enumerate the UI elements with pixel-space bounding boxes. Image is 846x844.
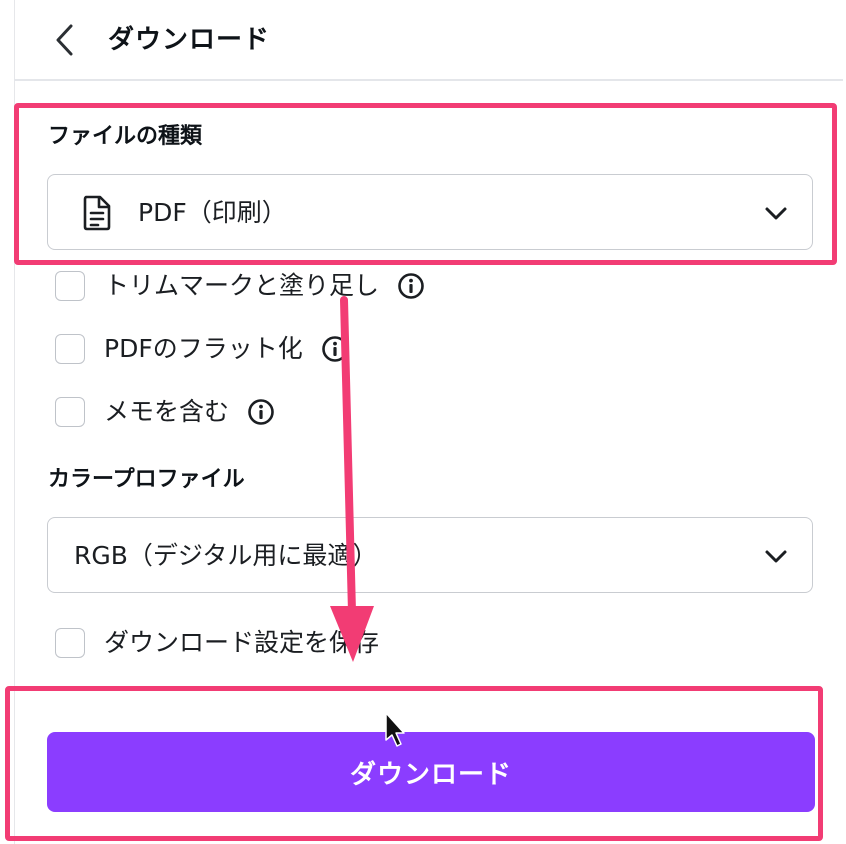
- flatten-pdf-checkbox[interactable]: [55, 334, 85, 364]
- include-notes-label: メモを含む: [104, 397, 230, 426]
- trim-marks-label: トリムマークと塗り足し: [104, 271, 380, 300]
- back-button[interactable]: [44, 20, 84, 60]
- color-profile-select[interactable]: RGB（デジタル用に最適）: [47, 517, 813, 593]
- chevron-down-icon: [765, 550, 787, 563]
- info-icon[interactable]: [397, 272, 425, 300]
- trim-marks-checkbox[interactable]: [55, 271, 85, 301]
- chevron-left-icon: [56, 24, 73, 56]
- option-flatten-pdf: PDFのフラット化: [55, 331, 349, 367]
- header-divider: [14, 79, 843, 81]
- info-icon[interactable]: [321, 335, 349, 363]
- option-trim-marks: トリムマークと塗り足し: [55, 268, 425, 304]
- highlight-box-download: [5, 686, 823, 841]
- flatten-pdf-label: PDFのフラット化: [104, 334, 303, 363]
- color-profile-label: カラープロファイル: [48, 467, 245, 492]
- page-title: ダウンロード: [108, 25, 271, 55]
- save-settings-label: ダウンロード設定を保存: [104, 628, 380, 657]
- info-icon[interactable]: [247, 398, 275, 426]
- save-settings-checkbox[interactable]: [55, 628, 85, 658]
- panel-header: ダウンロード: [0, 0, 846, 80]
- color-profile-value: RGB（デジタル用に最適）: [74, 541, 378, 570]
- option-save-settings: ダウンロード設定を保存: [55, 625, 379, 661]
- option-include-notes: メモを含む: [55, 394, 275, 430]
- include-notes-checkbox[interactable]: [55, 397, 85, 427]
- highlight-box-file-type: [14, 103, 837, 265]
